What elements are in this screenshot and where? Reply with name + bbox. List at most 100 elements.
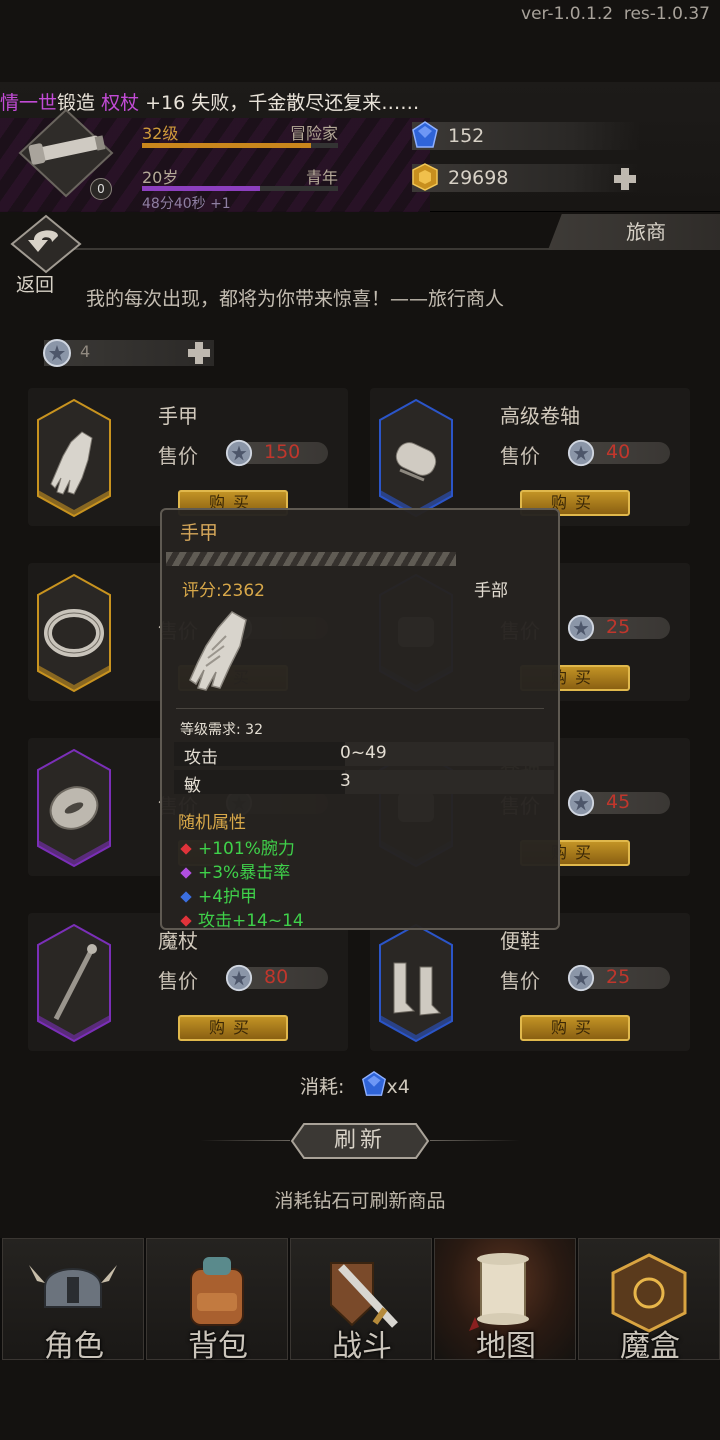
- nav-item-sword-shield[interactable]: 战斗: [290, 1238, 432, 1364]
- ring-icon: [37, 573, 111, 693]
- random-attr-text: +101%腕力: [198, 839, 295, 859]
- gauntlet-icon: [189, 611, 247, 691]
- shop-item-card[interactable]: 高级卷轴 售价 40 购买: [370, 388, 690, 526]
- age-progress-fill: [142, 186, 260, 191]
- attr-key: 敏: [184, 776, 201, 796]
- merchant-slogan: 我的每次出现，都将为你带来惊喜！——旅行商人: [86, 288, 505, 310]
- nav-label: 地图: [476, 1329, 536, 1364]
- price-box: 40: [567, 439, 670, 467]
- item-price: 80: [264, 966, 289, 988]
- tooltip-level-requirement: 等级需求: 32: [180, 722, 263, 738]
- nav-item-scroll-map[interactable]: 地图: [434, 1238, 576, 1364]
- nav-label: 背包: [188, 1329, 248, 1364]
- nav-item-magic-box[interactable]: 魔盒: [578, 1238, 720, 1364]
- age-text: 20岁: [142, 168, 179, 187]
- level-progress-bar: [142, 143, 338, 148]
- blue-gem-icon: [180, 891, 192, 903]
- item-price: 25: [606, 966, 631, 988]
- add-gold-icon[interactable]: [610, 166, 640, 192]
- tooltip-slot: 手部: [474, 581, 508, 601]
- add-coin-icon[interactable]: [184, 340, 214, 366]
- blue-gem-icon: [362, 1071, 386, 1096]
- item-frame[interactable]: [378, 398, 454, 518]
- refresh-line-left: [200, 1140, 290, 1141]
- attr-key: 攻击: [184, 748, 218, 768]
- nav-label: 战斗: [332, 1329, 392, 1364]
- nav-item-backpack[interactable]: 背包: [146, 1238, 288, 1364]
- amulet-icon: [37, 748, 111, 868]
- silver-coin-icon: [567, 439, 595, 467]
- item-price: 40: [606, 441, 631, 463]
- item-frame[interactable]: [36, 748, 112, 868]
- item-tooltip: 手甲 评分:2362 手部 等级需求: 32 攻击 0~49 敏 3 随机属性 …: [160, 508, 560, 931]
- attr-value: 3: [340, 771, 351, 791]
- price-box: 45: [567, 789, 670, 817]
- item-name: 手甲: [158, 404, 198, 428]
- red-gem-icon: [180, 915, 192, 927]
- back-button[interactable]: 返回: [8, 214, 84, 296]
- item-name: 高级卷轴: [500, 404, 580, 428]
- back-arrow-icon: [10, 214, 82, 274]
- tooltip-attr-row: 敏 3: [174, 770, 554, 796]
- buy-button[interactable]: 购买: [520, 1015, 630, 1041]
- item-frame[interactable]: [36, 398, 112, 518]
- price-label: 售价: [158, 444, 198, 468]
- gold-count: 29698: [448, 167, 509, 189]
- age-progress-bar: [142, 186, 338, 191]
- ticker-tail: +16 失败，千金散尽还复来……: [145, 92, 420, 114]
- shop-item-card[interactable]: 魔杖 售价 80 购买: [28, 913, 348, 1051]
- item-frame[interactable]: [36, 573, 112, 693]
- nav-label: 角色: [44, 1329, 104, 1364]
- gem-counter[interactable]: 152: [412, 121, 640, 150]
- price-label: 售价: [500, 969, 540, 993]
- gold-counter[interactable]: 29698: [412, 163, 640, 192]
- wand-icon: [37, 923, 111, 1043]
- refresh-label: 刷新: [333, 1128, 386, 1153]
- price-label: 售价: [158, 969, 198, 993]
- shop-item-card[interactable]: 手甲 售价 150 购买: [28, 388, 348, 526]
- random-attr-line: +101%腕力: [180, 834, 295, 859]
- random-attr-line: +3%暴击率: [180, 858, 290, 883]
- scroll-icon: [379, 398, 453, 518]
- item-price: 45: [606, 791, 631, 813]
- level-progress-fill: [142, 143, 311, 148]
- cost-label: 消耗:: [300, 1076, 345, 1098]
- tooltip-title-rule: [166, 552, 456, 566]
- refresh-hint: 消耗钻石可刷新商品: [274, 1190, 446, 1212]
- version-text: ver-1.0.1.2: [521, 4, 614, 24]
- tooltip-attr-row: 攻击 0~49: [174, 742, 554, 768]
- gem-count: 152: [448, 125, 485, 147]
- item-frame[interactable]: [378, 923, 454, 1043]
- silver-coin-icon: [225, 964, 253, 992]
- blue-gem-icon: [412, 121, 438, 148]
- age-row: 20岁 青年: [142, 164, 338, 188]
- age-stage: 青年: [305, 168, 338, 187]
- price-label: 售价: [500, 444, 540, 468]
- price-box: 150: [225, 439, 328, 467]
- silver-coin-icon: [567, 789, 595, 817]
- refresh-line-right: [430, 1140, 520, 1141]
- shop-item-card[interactable]: 便鞋 售价 25 购买: [370, 913, 690, 1051]
- tab-merchant[interactable]: 旅商: [548, 214, 720, 250]
- item-frame[interactable]: [36, 923, 112, 1043]
- player-title: 冒险家: [289, 124, 338, 143]
- red-gem-icon: [180, 843, 192, 855]
- buy-button[interactable]: 购买: [178, 1015, 288, 1041]
- back-label: 返回: [16, 274, 55, 296]
- age-timer: 48分40秒 +1: [142, 196, 231, 212]
- level-row: 32级 冒险家: [142, 120, 338, 144]
- tooltip-item-name: 手甲: [180, 522, 219, 544]
- merchant-coin-counter[interactable]: 4: [43, 339, 214, 367]
- tooltip-score: 评分:2362: [182, 581, 265, 601]
- random-attr-text: 攻击+14~14: [198, 911, 304, 931]
- nav-item-helmet[interactable]: 角色: [2, 1238, 144, 1364]
- silver-coin-icon: [567, 614, 595, 642]
- gauntlet-icon: [37, 398, 111, 518]
- silver-coin-icon: [43, 339, 71, 367]
- resource-version-text: res-1.0.37: [623, 4, 710, 24]
- silver-coin-icon: [225, 439, 253, 467]
- attr-value: 0~49: [340, 743, 387, 763]
- refresh-cost: 消耗: x4: [300, 1071, 410, 1099]
- avatar-badge: 0: [90, 178, 112, 200]
- refresh-button[interactable]: 刷新: [290, 1122, 430, 1160]
